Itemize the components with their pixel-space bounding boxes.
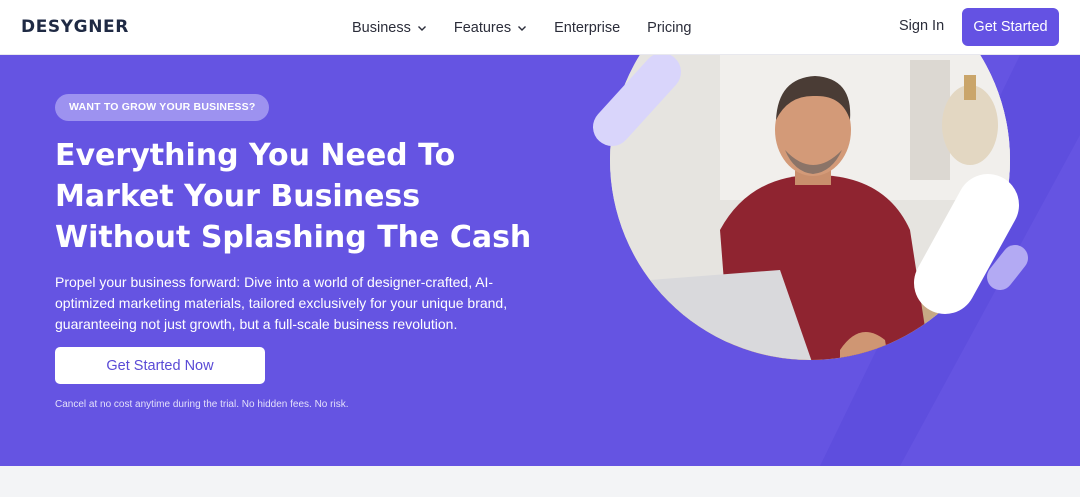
chevron-down-icon bbox=[417, 25, 426, 31]
decorative-pills bbox=[593, 55, 1028, 314]
get-started-button[interactable]: Get Started bbox=[962, 8, 1059, 46]
menu-item-enterprise[interactable]: Enterprise bbox=[554, 20, 620, 36]
below-hero-section bbox=[0, 466, 1080, 497]
hero-visual bbox=[590, 55, 1080, 466]
menu-item-label: Enterprise bbox=[554, 19, 621, 36]
get-started-now-button[interactable]: Get Started Now bbox=[55, 347, 265, 384]
menu-item-features[interactable]: Features bbox=[454, 20, 527, 36]
trial-note: Cancel at no cost anytime during the tri… bbox=[55, 399, 349, 410]
hero-section: WANT TO GROW YOUR BUSINESS? Everything Y… bbox=[0, 55, 1080, 466]
sign-in-link[interactable]: Sign In bbox=[899, 18, 944, 34]
chevron-down-icon bbox=[518, 25, 527, 31]
menu-item-label: Business bbox=[352, 19, 411, 36]
menu-item-business[interactable]: Business bbox=[352, 20, 427, 36]
menu-item-label: Features bbox=[453, 19, 512, 36]
menu-item-label: Pricing bbox=[647, 19, 692, 36]
logo[interactable]: DESYGNER bbox=[21, 17, 129, 37]
hero-badge: WANT TO GROW YOUR BUSINESS? bbox=[55, 94, 270, 121]
hero-headline: Everything You Need To Market Your Busin… bbox=[55, 138, 532, 255]
hero-subtext: Propel your business forward: Dive into … bbox=[55, 274, 508, 332]
menu-item-pricing[interactable]: Pricing bbox=[647, 20, 691, 36]
top-navbar: DESYGNER Business Features Enterprise Pr… bbox=[0, 0, 1080, 55]
main-menu: Business Features Enterprise Pricing bbox=[352, 0, 719, 55]
